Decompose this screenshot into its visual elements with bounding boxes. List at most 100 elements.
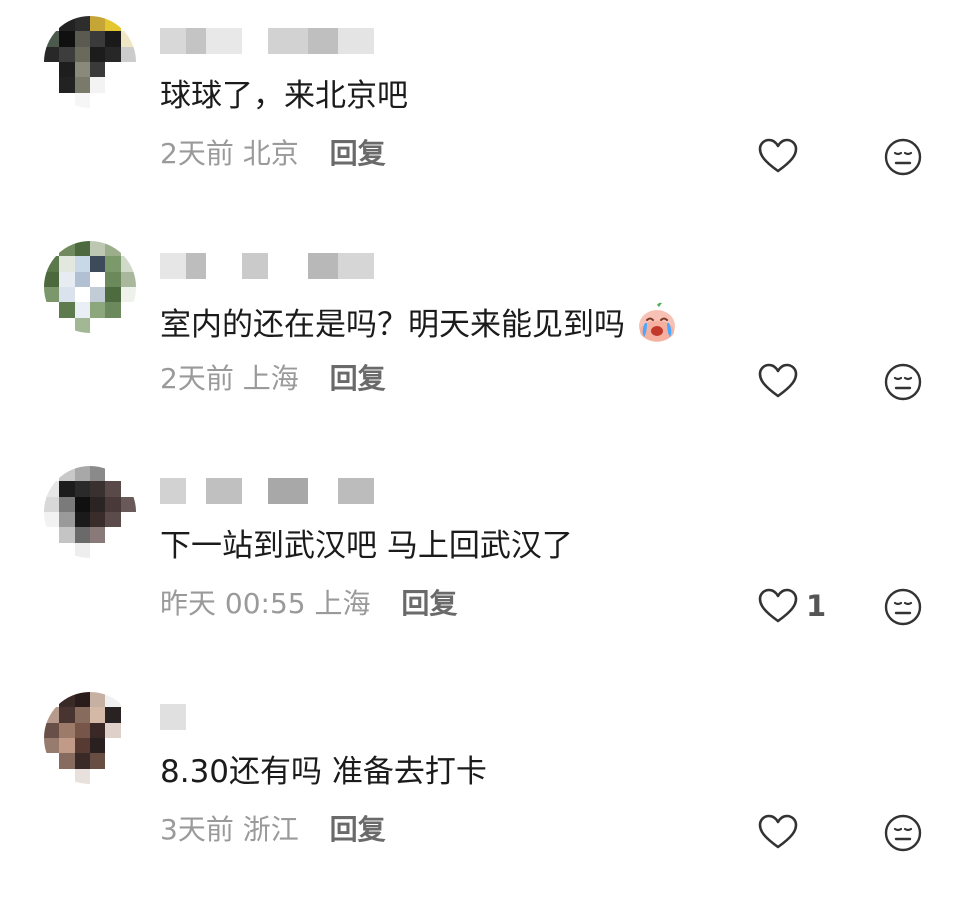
avatar-pixel (74, 302, 90, 318)
avatar-pixel (59, 77, 75, 93)
avatar-pixel (59, 496, 75, 512)
username-pixelated[interactable] (160, 28, 374, 54)
username-pixel (268, 478, 308, 504)
avatar-pixel (74, 753, 90, 769)
avatar-pixel (59, 241, 75, 257)
username-pixelated[interactable] (160, 704, 374, 730)
username-pixel (268, 28, 308, 54)
reply-button[interactable]: 回复 (401, 587, 457, 620)
avatar-pixel (44, 527, 60, 543)
comment-location: 上海 (314, 587, 371, 620)
react-button[interactable] (883, 587, 923, 627)
avatar-pixel (74, 542, 90, 558)
comment-time: 2天前 (160, 137, 234, 170)
avatar-pixel (74, 496, 90, 512)
avatar-pixel (74, 256, 90, 272)
avatar-pixel (120, 241, 136, 257)
avatar-pixel (74, 768, 90, 784)
react-button[interactable] (883, 362, 923, 402)
avatar-pixel (120, 737, 136, 754)
avatar-pixel (44, 16, 60, 32)
like-button[interactable]: 1 (758, 586, 826, 626)
react-button[interactable] (883, 813, 923, 853)
avatar-pixel (74, 92, 90, 108)
avatar-pixel (44, 707, 60, 723)
heart-outline-icon (758, 588, 798, 623)
user-avatar[interactable] (44, 16, 136, 108)
comment-meta: 2天前 上海 回复 (160, 361, 386, 397)
avatar-pixel (59, 302, 75, 318)
avatar-pixel (105, 466, 121, 482)
comment-item: 下一站到武汉吧 马上回武汉了 昨天 00:55 上海 回复 1 (0, 460, 960, 686)
avatar-pixel (105, 77, 121, 93)
avatar-pixel (89, 768, 106, 784)
reply-button[interactable]: 回复 (330, 813, 386, 846)
avatar-pixel (105, 92, 121, 108)
avatar-pixel (89, 542, 106, 558)
like-count: 1 (806, 589, 827, 623)
comment-meta: 2天前 北京 回复 (160, 136, 386, 172)
username-pixel (206, 478, 242, 504)
avatar-pixel (74, 31, 90, 47)
avatar-pixel (59, 317, 75, 333)
avatar-pixel (105, 317, 121, 333)
avatar-pixel (120, 496, 136, 512)
avatar-pixel (74, 286, 90, 303)
avatar-pixel (74, 466, 90, 482)
avatar-pixel (120, 302, 136, 318)
avatar-pixel (89, 31, 106, 47)
avatar-pixel (74, 511, 90, 528)
avatar-pixel (44, 511, 60, 528)
avatar-pixel (59, 271, 75, 287)
user-avatar[interactable] (44, 241, 136, 333)
user-avatar[interactable] (44, 466, 136, 558)
like-button[interactable] (758, 361, 806, 401)
avatar-pixel (105, 286, 121, 303)
username-pixel (160, 253, 186, 279)
neutral-face-icon (884, 138, 922, 176)
avatar-pixel (74, 481, 90, 497)
like-button[interactable] (758, 136, 806, 176)
avatar-pixel (44, 61, 60, 78)
avatar-pixel (120, 511, 136, 528)
user-avatar[interactable] (44, 692, 136, 784)
avatar-pixel (59, 737, 75, 754)
avatar-pixel (89, 286, 106, 303)
comment-text-content: 球球了，来北京吧 (160, 78, 408, 114)
username-pixel (186, 704, 206, 730)
like-button[interactable] (758, 812, 806, 852)
avatar-pixel (44, 256, 60, 272)
avatar-pixel (120, 527, 136, 543)
avatar-pixel (59, 527, 75, 543)
avatar-pixel (74, 317, 90, 333)
avatar-pixel (120, 722, 136, 738)
comment-text: 室内的还在是吗？明天来能见到吗 (160, 301, 679, 343)
username-pixelated[interactable] (160, 253, 374, 279)
avatar-pixel (44, 92, 60, 108)
avatar-pixel (89, 692, 106, 708)
username-pixelated[interactable] (160, 478, 374, 504)
comment-location: 北京 (242, 137, 299, 170)
reply-button[interactable]: 回复 (330, 362, 386, 395)
avatar-pixel (74, 707, 90, 723)
reply-button[interactable]: 回复 (330, 137, 386, 170)
avatar-pixel (44, 46, 60, 62)
react-button[interactable] (883, 137, 923, 177)
avatar-pixel (44, 31, 60, 47)
avatar-pixel (105, 511, 121, 528)
avatar-pixel (59, 692, 75, 708)
avatar-pixel (44, 317, 60, 333)
avatar-pixel (105, 722, 121, 738)
avatar-pixel (120, 92, 136, 108)
username-pixel (308, 704, 338, 730)
avatar-pixel (89, 92, 106, 108)
avatar-pixel (89, 527, 106, 543)
avatar-pixel (44, 286, 60, 303)
avatar-pixel (120, 61, 136, 78)
avatar-pixel (89, 466, 106, 482)
avatar-pixel (120, 256, 136, 272)
username-pixel (242, 253, 268, 279)
avatar-pixel (59, 286, 75, 303)
username-pixel (308, 253, 338, 279)
avatar-pixel (120, 317, 136, 333)
